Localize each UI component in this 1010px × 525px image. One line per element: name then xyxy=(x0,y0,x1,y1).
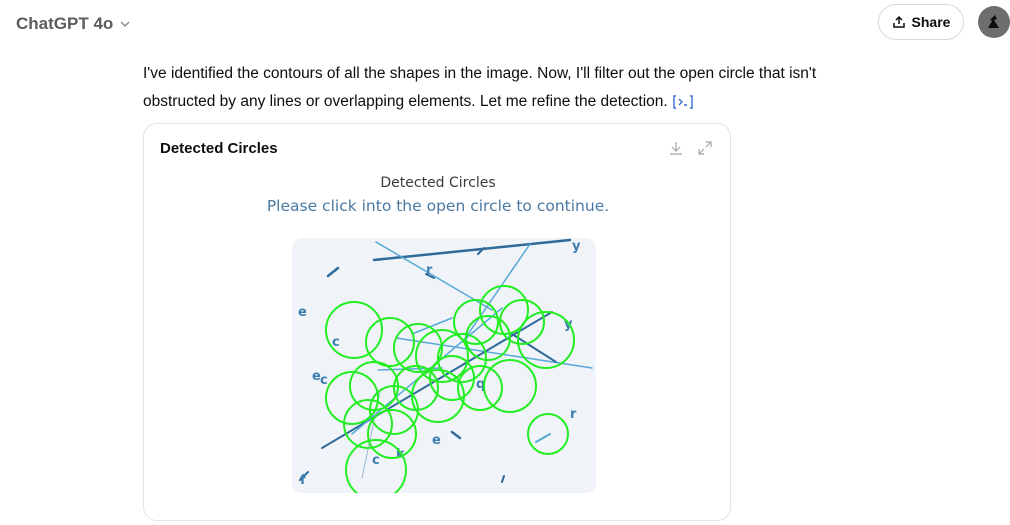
svg-text:r: r xyxy=(426,263,433,278)
avatar[interactable] xyxy=(978,6,1010,38)
figure-subtitle: Please click into the open circle to con… xyxy=(266,197,610,215)
svg-text:e: e xyxy=(432,433,441,448)
expand-icon[interactable] xyxy=(697,140,713,156)
code-citation-icon[interactable] xyxy=(672,94,694,110)
svg-text:c: c xyxy=(320,373,328,388)
chevron-down-icon xyxy=(120,21,130,28)
assistant-message: I've identified the contours of all the … xyxy=(143,60,883,116)
share-icon xyxy=(892,15,905,28)
share-label: Share xyxy=(911,14,951,30)
svg-text:r: r xyxy=(570,407,577,422)
detected-circles-image[interactable]: y e c e c y r e c k f q r xyxy=(292,238,596,493)
detected-circles-canvas: y e c e c y r e c k f q r xyxy=(298,238,593,493)
message-line: I've identified the contours of all the … xyxy=(143,65,817,82)
avatar-icon xyxy=(988,15,999,28)
svg-text:c: c xyxy=(372,453,380,468)
message-line-2: obstructed by any lines or overlapping e… xyxy=(143,88,883,116)
image-card: Detected Circles Detected Circles Please… xyxy=(143,123,731,521)
model-selector[interactable]: ChatGPT 4o xyxy=(16,12,131,36)
svg-text:f: f xyxy=(300,473,306,488)
download-icon[interactable] xyxy=(668,140,684,156)
share-button[interactable]: Share xyxy=(878,4,964,40)
svg-text:y: y xyxy=(572,239,581,254)
message-text: obstructed by any lines or overlapping e… xyxy=(143,93,668,110)
model-name: ChatGPT 4o xyxy=(16,14,114,33)
svg-text:e: e xyxy=(298,305,307,320)
card-title: Detected Circles xyxy=(160,140,278,157)
figure-title: Detected Circles xyxy=(380,175,496,191)
